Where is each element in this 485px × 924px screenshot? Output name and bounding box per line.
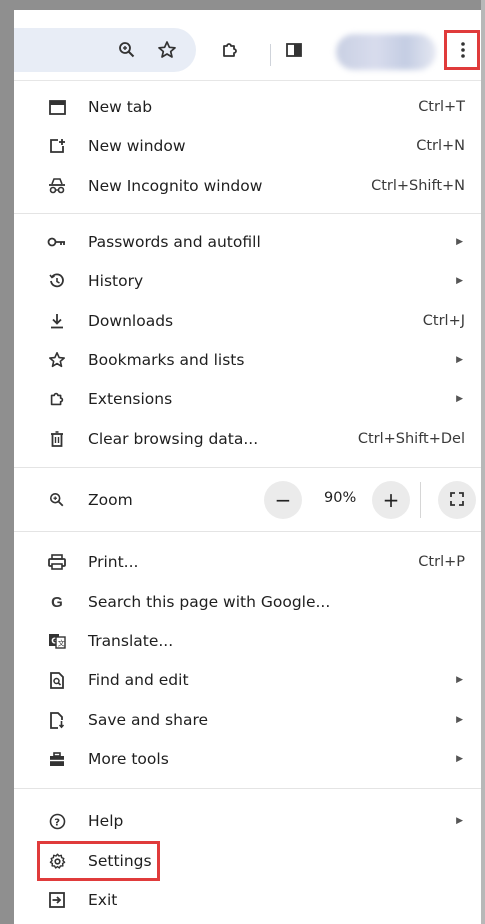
trash-icon bbox=[46, 428, 68, 450]
menu-item-label: Bookmarks and lists bbox=[88, 351, 245, 369]
menu-item-new-incognito[interactable]: New Incognito window Ctrl+Shift+N bbox=[14, 167, 481, 205]
menu-divider bbox=[14, 531, 481, 532]
key-icon bbox=[46, 231, 68, 253]
svg-text:?: ? bbox=[54, 817, 60, 828]
svg-text:文: 文 bbox=[58, 639, 65, 648]
menu-item-more-tools[interactable]: More tools ▶ bbox=[14, 740, 481, 778]
window-frame-top bbox=[0, 0, 485, 10]
menu-item-find-edit[interactable]: Find and edit ▶ bbox=[14, 661, 481, 699]
menu-button-highlight bbox=[444, 30, 480, 70]
star-icon bbox=[46, 349, 68, 371]
menu-divider bbox=[14, 467, 481, 468]
menu-item-label: Help bbox=[88, 812, 124, 830]
menu-item-search-google[interactable]: G Search this page with Google... bbox=[14, 583, 481, 621]
submenu-arrow-icon: ▶ bbox=[456, 394, 463, 404]
fullscreen-icon bbox=[450, 491, 464, 510]
menu-item-label: Save and share bbox=[88, 711, 209, 729]
google-g-icon: G bbox=[51, 593, 63, 611]
menu-item-label: New Incognito window bbox=[88, 177, 263, 195]
menu-item-clear-data[interactable]: Clear browsing data... Ctrl+Shift+Del bbox=[14, 420, 481, 458]
menu-item-bookmarks[interactable]: Bookmarks and lists ▶ bbox=[14, 341, 481, 379]
zoom-in-button[interactable]: + bbox=[372, 481, 410, 519]
find-document-icon bbox=[46, 669, 68, 691]
submenu-arrow-icon: ▶ bbox=[456, 276, 463, 286]
menu-item-label: Translate... bbox=[88, 632, 174, 650]
menu-item-help[interactable]: ? Help ▶ bbox=[14, 802, 481, 840]
zoom-divider bbox=[420, 482, 421, 518]
menu-item-label: Extensions bbox=[88, 390, 173, 408]
zoom-out-button[interactable]: − bbox=[264, 481, 302, 519]
menu-item-print[interactable]: Print... Ctrl+P bbox=[14, 543, 481, 581]
submenu-arrow-icon: ▶ bbox=[456, 355, 463, 365]
menu-item-label: Passwords and autofill bbox=[88, 233, 261, 251]
profile-avatar[interactable] bbox=[336, 34, 436, 70]
menu-item-save-share[interactable]: Save and share ▶ bbox=[14, 701, 481, 739]
printer-icon bbox=[46, 551, 68, 573]
menu-item-zoom: Zoom bbox=[14, 481, 481, 519]
save-document-icon bbox=[46, 709, 68, 731]
menu-item-history[interactable]: History ▶ bbox=[14, 262, 481, 300]
zoom-icon bbox=[46, 489, 68, 511]
fullscreen-button[interactable] bbox=[438, 481, 476, 519]
zoom-level: 90% bbox=[324, 490, 357, 506]
menu-item-new-window[interactable]: New window Ctrl+N bbox=[14, 127, 481, 165]
toolbox-icon bbox=[46, 748, 68, 770]
menu-item-label: History bbox=[88, 272, 144, 290]
menu-item-label: Print... bbox=[88, 553, 139, 571]
menu-item-label: Search this page with Google... bbox=[88, 593, 331, 611]
side-panel-icon[interactable] bbox=[277, 33, 311, 67]
menu-item-shortcut: Ctrl+Shift+N bbox=[371, 178, 465, 194]
submenu-arrow-icon: ▶ bbox=[456, 816, 463, 826]
exit-icon bbox=[46, 889, 68, 911]
menu-divider bbox=[14, 213, 481, 214]
new-window-icon bbox=[46, 135, 68, 157]
menu-item-label: More tools bbox=[88, 750, 169, 768]
menu-item-label: New window bbox=[88, 137, 186, 155]
menu-item-new-tab[interactable]: New tab Ctrl+T bbox=[14, 88, 481, 126]
submenu-arrow-icon: ▶ bbox=[456, 715, 463, 725]
menu-item-exit[interactable]: Exit bbox=[14, 881, 481, 919]
menu-item-passwords[interactable]: Passwords and autofill ▶ bbox=[14, 223, 481, 261]
browser-toolbar bbox=[14, 14, 481, 81]
history-icon bbox=[46, 270, 68, 292]
menu-item-shortcut: Ctrl+T bbox=[418, 99, 465, 115]
incognito-icon bbox=[46, 175, 68, 197]
menu-item-label: Zoom bbox=[88, 491, 133, 509]
toolbar-separator bbox=[270, 44, 271, 66]
menu-item-shortcut: Ctrl+N bbox=[416, 138, 465, 154]
new-tab-icon bbox=[46, 96, 68, 118]
window-frame-left bbox=[0, 0, 14, 924]
menu-item-label: New tab bbox=[88, 98, 153, 116]
menu-item-label: Downloads bbox=[88, 312, 174, 330]
menu-item-shortcut: Ctrl+P bbox=[418, 554, 465, 570]
menu-item-label: Clear browsing data... bbox=[88, 430, 259, 448]
settings-highlight bbox=[37, 841, 160, 881]
submenu-arrow-icon: ▶ bbox=[456, 675, 463, 685]
submenu-arrow-icon: ▶ bbox=[456, 237, 463, 247]
menu-item-label: Exit bbox=[88, 891, 118, 909]
zoom-magnifier-icon[interactable] bbox=[110, 33, 144, 67]
menu-item-translate[interactable]: G文 Translate... bbox=[14, 622, 481, 660]
extensions-puzzle-icon[interactable] bbox=[213, 33, 247, 67]
help-icon: ? bbox=[46, 810, 68, 832]
menu-item-shortcut: Ctrl+J bbox=[422, 313, 465, 329]
menu-divider bbox=[14, 788, 481, 789]
menu-item-downloads[interactable]: Downloads Ctrl+J bbox=[14, 302, 481, 340]
window-frame-right bbox=[481, 0, 485, 924]
submenu-arrow-icon: ▶ bbox=[456, 754, 463, 764]
translate-icon: G文 bbox=[46, 630, 68, 652]
menu-item-shortcut: Ctrl+Shift+Del bbox=[357, 431, 465, 447]
download-icon bbox=[46, 310, 68, 332]
puzzle-icon bbox=[46, 388, 68, 410]
menu-item-extensions[interactable]: Extensions ▶ bbox=[14, 380, 481, 418]
bookmark-star-icon[interactable] bbox=[150, 33, 184, 67]
menu-item-label: Find and edit bbox=[88, 671, 189, 689]
